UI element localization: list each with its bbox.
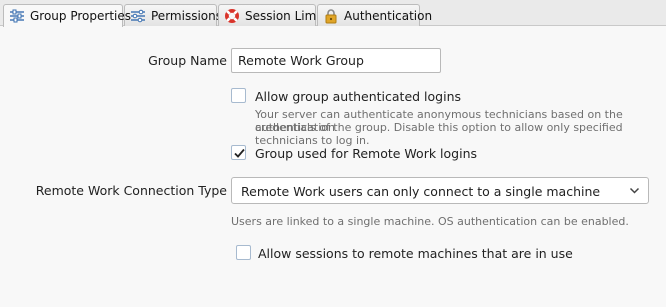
allow-auth-logins-checkbox[interactable] (231, 88, 246, 103)
chevron-down-icon (629, 187, 640, 194)
padlock-icon (323, 8, 339, 24)
tab-permissions[interactable]: Permissions (124, 4, 222, 26)
connection-type-value: Remote Work users can only connect to a … (241, 184, 601, 199)
remote-work-logins-checkbox[interactable] (231, 145, 246, 160)
allow-auth-logins-help-line2: credentials of the group. Disable this o… (255, 121, 623, 147)
tab-authentication[interactable]: Authentication (317, 4, 432, 26)
allow-in-use-checkbox[interactable] (236, 245, 251, 260)
tab-label: Group Properties (30, 9, 131, 23)
connection-type-select[interactable]: Remote Work users can only connect to a … (231, 177, 649, 204)
tab-label: Permissions (151, 8, 222, 23)
tab-session-limits[interactable]: Session Limits (218, 4, 331, 26)
tab-label: Authentication (344, 8, 433, 23)
connection-type-help: Users are linked to a single machine. OS… (231, 215, 629, 228)
sliders-icon (9, 8, 25, 24)
allow-in-use-label: Allow sessions to remote machines that a… (258, 246, 573, 261)
group-name-input[interactable]: Remote Work Group (231, 48, 441, 73)
group-name-label: Group Name (148, 53, 227, 68)
connection-type-label: Remote Work Connection Type (35, 183, 227, 198)
tab-strip: Group Properties Permissions Session Lim… (0, 0, 666, 27)
list-settings-icon (130, 8, 146, 24)
lifebuoy-icon (224, 8, 240, 24)
allow-auth-logins-label: Allow group authenticated logins (255, 89, 462, 104)
checkmark-icon (234, 148, 245, 158)
remote-work-logins-label: Group used for Remote Work logins (255, 146, 478, 161)
tab-group-properties[interactable]: Group Properties (3, 4, 131, 27)
